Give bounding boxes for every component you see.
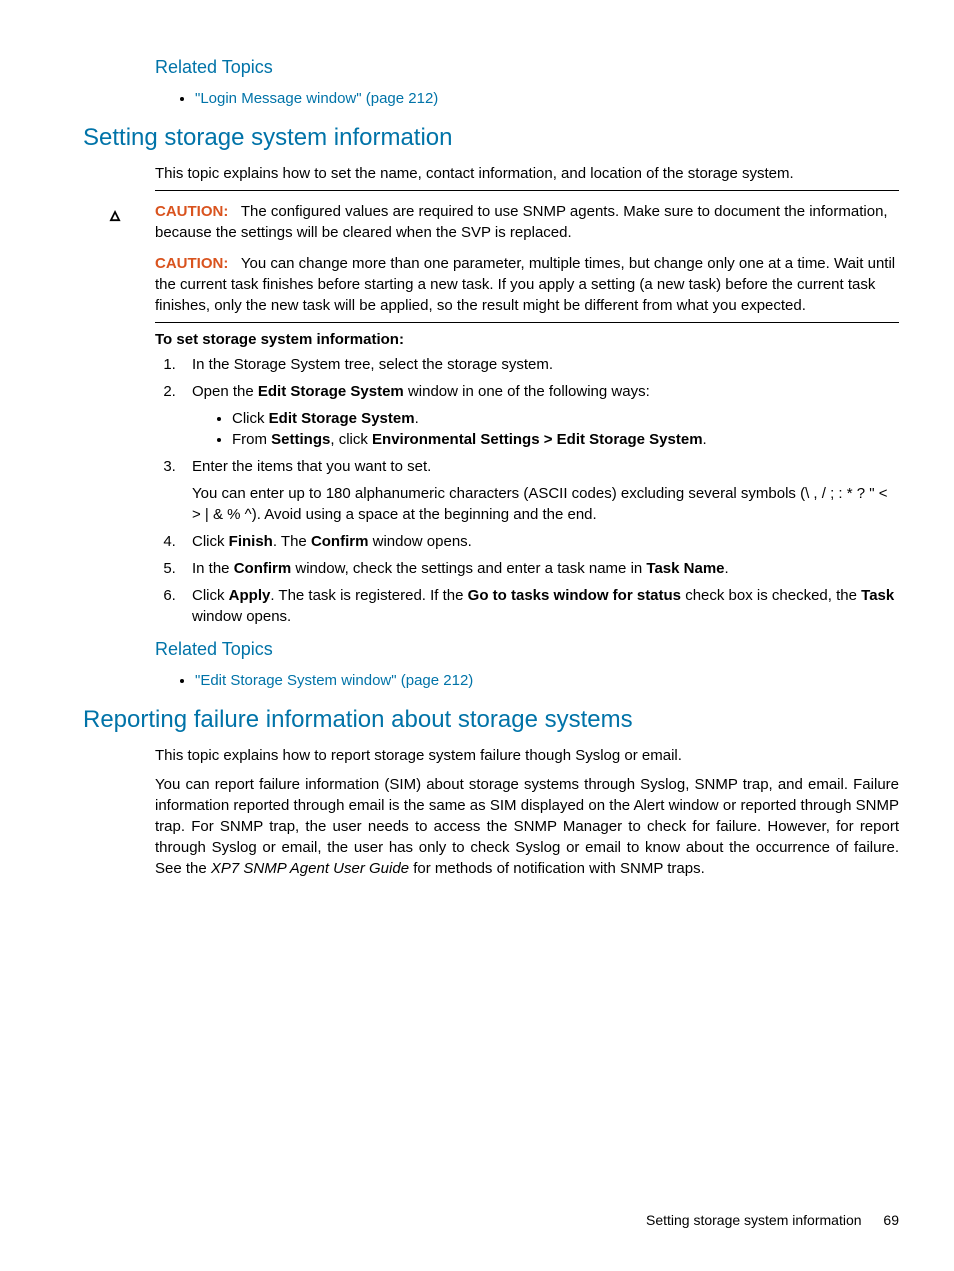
caution-text: You can change more than one parameter, … <box>155 255 895 314</box>
reporting-failure-heading: Reporting failure information about stor… <box>83 703 899 737</box>
caution-block-1: ▵ CAUTION: The configured values are req… <box>110 201 899 243</box>
text: In the <box>192 560 234 577</box>
step-4: Click Finish. The Confirm window opens. <box>180 531 899 552</box>
caution-block-2: CAUTION: You can change more than one pa… <box>155 253 899 316</box>
bold-text: Settings <box>271 431 330 448</box>
section-intro: This topic explains how to report storag… <box>155 745 899 766</box>
text: Enter the items that you want to set. <box>192 458 431 475</box>
text: From <box>232 431 271 448</box>
text: . The <box>273 533 311 550</box>
bold-text: Task <box>861 587 894 604</box>
step-6: Click Apply. The task is registered. If … <box>180 585 899 627</box>
text: window opens. <box>368 533 471 550</box>
procedure-heading: To set storage system information: <box>155 331 404 348</box>
bold-text: Environmental Settings > Edit Storage Sy… <box>372 431 703 448</box>
text: check box is checked, the <box>681 587 861 604</box>
edit-storage-system-window-link[interactable]: "Edit Storage System window" (page 212) <box>195 672 473 689</box>
divider <box>155 322 899 323</box>
bold-text: Confirm <box>311 533 369 550</box>
list-item: "Login Message window" (page 212) <box>195 88 899 109</box>
text: Open the <box>192 383 258 400</box>
setting-storage-heading: Setting storage system information <box>83 121 899 155</box>
text: Click <box>192 587 229 604</box>
text: . The task is registered. If the <box>270 587 467 604</box>
text: Click <box>232 410 269 427</box>
divider <box>155 190 899 191</box>
related-topics-heading-2: Related Topics <box>155 637 899 662</box>
bold-text: Task Name <box>646 560 724 577</box>
login-message-window-link[interactable]: "Login Message window" (page 212) <box>195 90 438 107</box>
text: window, check the settings and enter a t… <box>291 560 646 577</box>
step-3: Enter the items that you want to set. Yo… <box>180 456 899 525</box>
section-body: You can report failure information (SIM)… <box>155 774 899 879</box>
page-number: 69 <box>883 1212 899 1228</box>
list-item: "Edit Storage System window" (page 212) <box>195 670 899 691</box>
list-item: From Settings, click Environmental Setti… <box>232 429 899 450</box>
bold-text: Apply <box>229 587 271 604</box>
text: Click <box>192 533 229 550</box>
caution-icon: ▵ <box>110 201 155 229</box>
bold-text: Confirm <box>234 560 292 577</box>
step-5: In the Confirm window, check the setting… <box>180 558 899 579</box>
step-extra-text: You can enter up to 180 alphanumeric cha… <box>192 483 899 525</box>
related-topics-heading-1: Related Topics <box>155 55 899 80</box>
text: . <box>415 410 419 427</box>
page-footer: Setting storage system information 69 <box>646 1211 899 1231</box>
step-2: Open the Edit Storage System window in o… <box>180 381 899 450</box>
text: . <box>725 560 729 577</box>
bold-text: Go to tasks window for status <box>468 587 681 604</box>
caution-label: CAUTION: <box>155 203 228 220</box>
footer-text: Setting storage system information <box>646 1212 862 1228</box>
step-1: In the Storage System tree, select the s… <box>180 354 899 375</box>
section-intro: This topic explains how to set the name,… <box>155 163 899 184</box>
text: , click <box>330 431 372 448</box>
caution-text: The configured values are required to us… <box>155 203 888 241</box>
bold-text: Edit Storage System <box>269 410 415 427</box>
italic-text: XP7 SNMP Agent User Guide <box>211 860 409 877</box>
caution-label: CAUTION: <box>155 255 228 272</box>
list-item: Click Edit Storage System. <box>232 408 899 429</box>
text: for methods of notification with SNMP tr… <box>409 860 705 877</box>
bold-text: Edit Storage System <box>258 383 404 400</box>
text: window in one of the following ways: <box>404 383 650 400</box>
bold-text: Finish <box>229 533 273 550</box>
text: window opens. <box>192 608 291 625</box>
text: . <box>703 431 707 448</box>
